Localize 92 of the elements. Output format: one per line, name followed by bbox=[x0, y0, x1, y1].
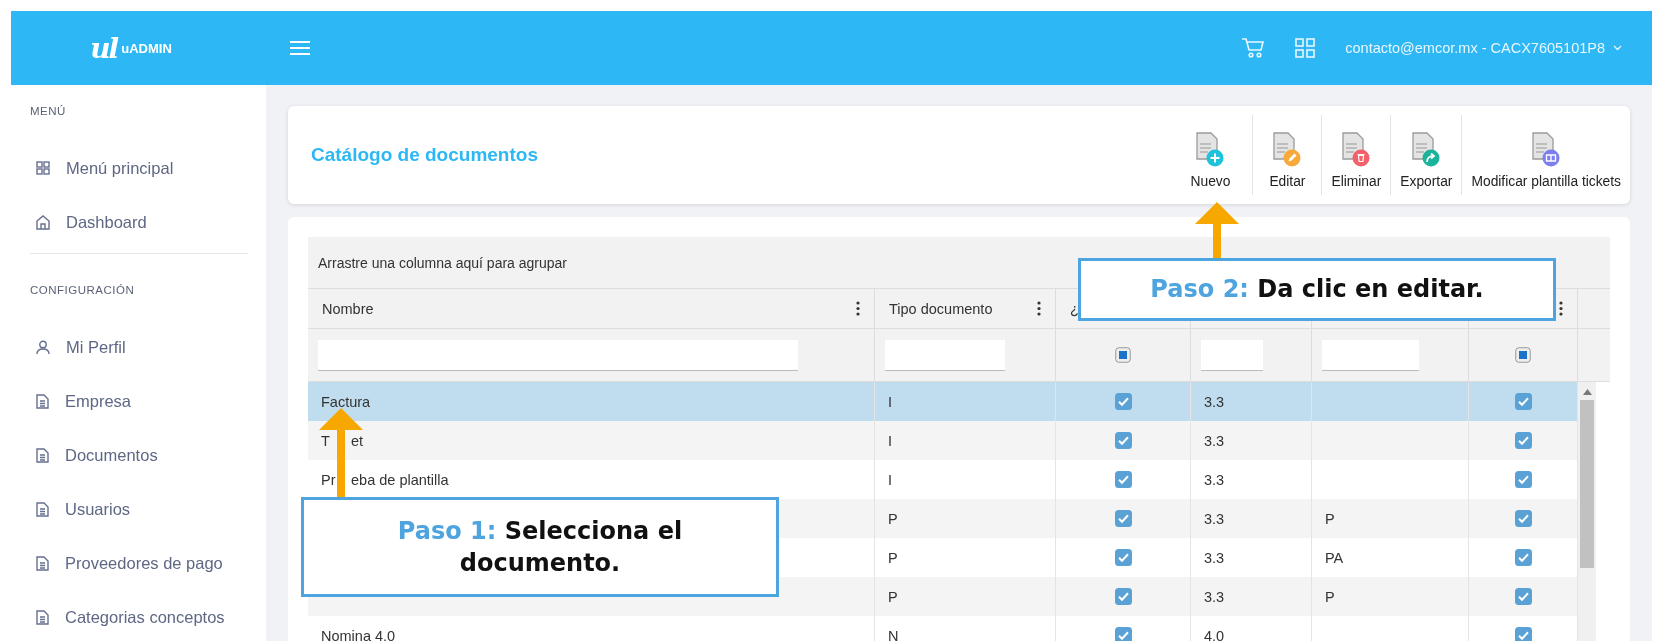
filter-checkbox[interactable] bbox=[1515, 347, 1531, 363]
table-cell: 3.3 bbox=[1204, 471, 1225, 488]
callout-text: Paso 2: Da clic en editar. bbox=[1150, 274, 1484, 306]
checkbox[interactable] bbox=[1114, 471, 1132, 488]
scroll-up-icon[interactable] bbox=[1582, 389, 1592, 395]
kebab-menu-icon[interactable] bbox=[856, 301, 860, 316]
delete-document-icon bbox=[1341, 132, 1372, 168]
sidebar-item[interactable]: Menú principal bbox=[36, 141, 266, 195]
user-icon bbox=[36, 339, 50, 355]
grid-icon bbox=[36, 161, 50, 175]
scrollbar[interactable] bbox=[1578, 382, 1596, 641]
document-icon bbox=[36, 609, 49, 625]
table-cell: 3.3 bbox=[1204, 510, 1225, 527]
table-cell: PA bbox=[1325, 549, 1344, 566]
filter-field[interactable] bbox=[1322, 339, 1419, 371]
table-cell: 3.3 bbox=[1204, 549, 1225, 566]
sidebar-item[interactable]: Proveedores de pago bbox=[36, 536, 266, 590]
group-hint: Arrastre una columna aquí para agrupar bbox=[318, 254, 568, 271]
checkbox[interactable] bbox=[1114, 432, 1132, 449]
toolbar-button[interactable]: Nuevo bbox=[1168, 115, 1253, 195]
table-cell: 3.3 bbox=[1204, 432, 1225, 449]
column-header[interactable]: ¿ bbox=[1070, 300, 1079, 317]
add-document-icon bbox=[1195, 132, 1226, 168]
sidebar-item[interactable]: Dashboard bbox=[36, 195, 266, 249]
table-cell: P bbox=[888, 588, 898, 605]
document-icon bbox=[36, 393, 49, 409]
table-cell: P bbox=[1325, 510, 1335, 527]
table-cell: T bbox=[321, 432, 330, 449]
checkbox[interactable] bbox=[1514, 471, 1532, 488]
table-cell: Pr bbox=[321, 471, 336, 488]
table-cell: eba de plantilla bbox=[351, 471, 449, 488]
cart-icon[interactable] bbox=[1241, 37, 1266, 59]
column-header[interactable]: Tipo documento bbox=[889, 300, 993, 317]
document-icon bbox=[36, 501, 49, 517]
checkbox[interactable] bbox=[1114, 627, 1132, 641]
kebab-menu-icon[interactable] bbox=[1037, 301, 1041, 316]
arrow-tooltip bbox=[1195, 202, 1239, 258]
section-heading: MENÚ bbox=[30, 105, 67, 119]
checkbox[interactable] bbox=[1514, 627, 1532, 641]
table-cell: Factura bbox=[321, 393, 371, 410]
table-cell: P bbox=[888, 510, 898, 527]
sidebar-item[interactable]: Categorias conceptos bbox=[36, 590, 266, 641]
table-cell: I bbox=[888, 432, 893, 449]
filter-checkbox[interactable] bbox=[1115, 347, 1131, 363]
table-cell: 3.3 bbox=[1204, 393, 1225, 410]
checkbox[interactable] bbox=[1114, 588, 1132, 605]
section-heading: CONFIGURACIÓN bbox=[30, 284, 136, 298]
caret-icon bbox=[1613, 45, 1622, 51]
table-cell: N bbox=[888, 627, 899, 641]
export-document-icon bbox=[1411, 132, 1442, 168]
toolbar-button[interactable]: Eliminar bbox=[1321, 115, 1391, 195]
table-cell: I bbox=[888, 393, 893, 410]
checkbox[interactable] bbox=[1114, 393, 1132, 410]
grid-icon[interactable] bbox=[1295, 38, 1316, 58]
logo-text: uADMIN bbox=[121, 40, 172, 56]
sidebar-item[interactable]: Empresa bbox=[36, 374, 266, 428]
filter-field[interactable] bbox=[885, 339, 1005, 371]
filter-field[interactable] bbox=[1201, 339, 1263, 371]
filter-field[interactable] bbox=[318, 339, 798, 371]
table-cell: 4.0 bbox=[1204, 627, 1225, 641]
checkbox[interactable] bbox=[1514, 588, 1532, 605]
ticket-document-icon bbox=[1531, 132, 1562, 168]
toolbar-button[interactable]: Editar bbox=[1252, 115, 1322, 195]
home-icon bbox=[36, 214, 50, 230]
sidebar-item[interactable]: Documentos bbox=[36, 428, 266, 482]
column-header[interactable]: Nombre bbox=[322, 300, 374, 317]
checkbox[interactable] bbox=[1514, 393, 1532, 410]
checkbox[interactable] bbox=[1514, 549, 1532, 566]
menu-icon[interactable] bbox=[289, 40, 311, 56]
checkbox[interactable] bbox=[1114, 510, 1132, 527]
checkbox[interactable] bbox=[1514, 432, 1532, 449]
toolbar-button[interactable]: Modificar plantilla tickets bbox=[1461, 115, 1630, 195]
logo-mark: ul bbox=[90, 31, 118, 65]
table-cell: 3.3 bbox=[1204, 588, 1225, 605]
table-cell: I bbox=[888, 471, 893, 488]
edit-document-icon bbox=[1272, 132, 1303, 168]
sidebar-item[interactable]: Usuarios bbox=[36, 482, 266, 536]
table-cell: et bbox=[351, 432, 364, 449]
table-cell: Nomina 4.0 bbox=[321, 627, 396, 641]
sidebar-item[interactable]: Mi Perfil bbox=[36, 320, 266, 374]
kebab-menu-icon[interactable] bbox=[1559, 301, 1563, 316]
table-cell: P bbox=[888, 549, 898, 566]
table-cell: P bbox=[1325, 588, 1335, 605]
document-icon bbox=[36, 447, 49, 463]
checkbox[interactable] bbox=[1114, 549, 1132, 566]
table-row[interactable]: T et I 3.3 bbox=[308, 421, 1578, 460]
scrollbar-thumb[interactable] bbox=[1580, 400, 1594, 568]
document-icon bbox=[36, 555, 49, 571]
table-row[interactable]: Factura I 3.3 bbox=[308, 382, 1578, 421]
checkbox[interactable] bbox=[1514, 510, 1532, 527]
toolbar-button[interactable]: Exportar bbox=[1390, 115, 1462, 195]
page-title: Catálogo de documentos bbox=[311, 144, 539, 166]
